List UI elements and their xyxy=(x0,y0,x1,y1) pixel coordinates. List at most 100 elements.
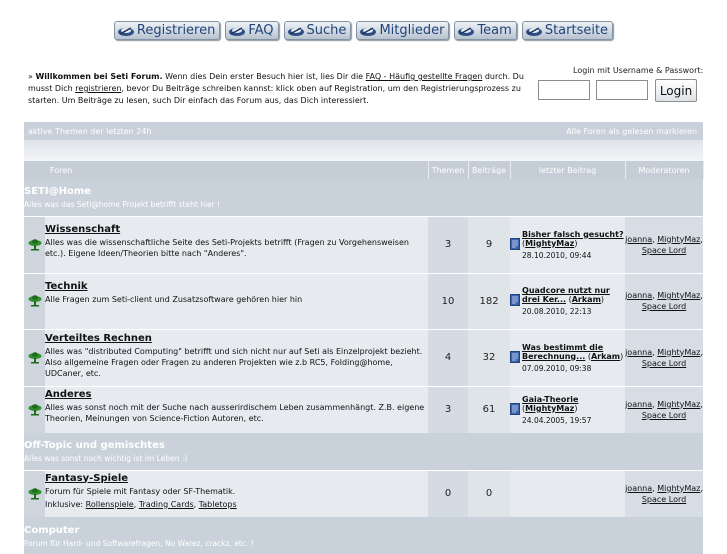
category-desc: Forum für Hard- und Softwarefragen, No W… xyxy=(24,538,254,548)
topics-count: 0 xyxy=(428,469,469,517)
mark-all-read-link[interactable]: Alle Foren als gelesen markieren xyxy=(566,127,697,136)
forum-icon xyxy=(117,26,134,36)
forum-row: Fantasy-Spiele Forum für Spiele mit Fant… xyxy=(24,469,704,517)
moderators-cell: joanna, MightyMaz, Space Lord xyxy=(625,272,704,329)
posts-count: 9 xyxy=(468,215,511,273)
info-bar: aktive Themen der letzten 24h Alle Foren… xyxy=(24,122,703,140)
nav-faq-label: FAQ xyxy=(248,23,274,38)
moderators-cell: joanna, MightyMaz, Space Lord xyxy=(625,385,704,433)
forum-icon xyxy=(458,26,475,36)
username-input[interactable] xyxy=(538,80,590,100)
last-post-title-link[interactable]: Gaia-Theorie xyxy=(522,395,578,404)
moderator-link[interactable]: MightyMaz xyxy=(657,400,700,409)
forum-cell: Verteiltes Rechnen Alles was "distribute… xyxy=(45,328,429,386)
forum-cell: Technik Alle Fragen zum Seti-client und … xyxy=(45,272,429,329)
moderators-cell: joanna, MightyMaz, Space Lord xyxy=(625,215,704,273)
category-cell: Computer Forum für Hard- und Softwarefra… xyxy=(24,517,704,554)
nav-members-button[interactable]: Mitglieder xyxy=(356,21,450,40)
last-post-time: 07.09.2010, 09:38 xyxy=(522,363,592,373)
top-navigation: Registrieren FAQ Suche Mitglieder Team S… xyxy=(0,21,727,40)
goto-post-icon[interactable] xyxy=(510,294,521,306)
moderator-link[interactable]: MightyMaz xyxy=(657,235,700,244)
moderator-link[interactable]: joanna xyxy=(625,484,652,493)
table-header: Foren Themen Beiträge letzter Beitrag Mo… xyxy=(24,161,704,179)
last-post-user-link[interactable]: Arkam xyxy=(591,352,620,361)
last-post-user-link[interactable]: Arkam xyxy=(572,295,601,304)
moderator-link[interactable]: joanna xyxy=(625,348,652,357)
category-row: Computer Forum für Hard- und Softwarefra… xyxy=(24,517,704,554)
moderator-link[interactable]: MightyMaz xyxy=(657,484,700,493)
subforum-link[interactable]: Tabletops xyxy=(199,500,237,509)
last-post-cell: Was bestimmt die Berechnung... (Arkam) 0… xyxy=(510,328,626,386)
nav-search-label: Suche xyxy=(306,23,347,38)
moderator-link[interactable]: joanna xyxy=(625,235,652,244)
forum-status-cell xyxy=(24,272,45,329)
nav-register-button[interactable]: Registrieren xyxy=(113,21,221,40)
category-cell: SETI@Home Alles was das Seti@home Projek… xyxy=(24,179,704,216)
register-link[interactable]: registrieren xyxy=(75,84,121,93)
nav-team-button[interactable]: Team xyxy=(454,21,517,40)
category-title[interactable]: SETI@Home xyxy=(24,186,703,197)
nav-home-label: Startseite xyxy=(544,23,609,38)
spacer-bar xyxy=(24,140,703,161)
welcome-text-1: Wenn dies Dein erster Besuch hier ist, l… xyxy=(162,72,366,81)
nav-members-label: Mitglieder xyxy=(379,23,445,38)
moderator-link[interactable]: Space Lord xyxy=(642,495,686,504)
category-title[interactable]: Computer xyxy=(24,525,703,536)
forum-desc: Alles was "distributed Computing" betrif… xyxy=(45,346,423,378)
moderator-link[interactable]: MightyMaz xyxy=(657,291,700,300)
forum-status-cell xyxy=(24,215,45,273)
moderator-link[interactable]: joanna xyxy=(625,400,652,409)
header-posts: Beiträge xyxy=(468,161,511,179)
topics-count: 3 xyxy=(428,215,469,273)
last-post-user-link[interactable]: MightyMaz xyxy=(525,404,574,413)
forum-desc: Alle Fragen zum Seti-client und Zusatzso… xyxy=(45,294,303,304)
moderator-link[interactable]: joanna xyxy=(625,291,652,300)
forum-status-cell xyxy=(24,469,45,517)
subforum-link[interactable]: Rollenspiele xyxy=(86,500,134,509)
last-post-title-link[interactable]: Bisher falsch gesucht? xyxy=(522,230,624,239)
forum-name-link[interactable]: Fantasy-Spiele xyxy=(45,473,428,484)
moderator-link[interactable]: Space Lord xyxy=(642,359,686,368)
forum-name-link[interactable]: Wissenschaft xyxy=(45,224,428,235)
forum-row: Technik Alle Fragen zum Seti-client und … xyxy=(24,272,704,329)
forum-status-icon xyxy=(28,238,41,250)
password-input[interactable] xyxy=(596,80,648,100)
goto-post-icon[interactable] xyxy=(510,350,521,363)
posts-count: 0 xyxy=(468,469,511,517)
category-desc: Alles was das Seti@home Projekt betrifft… xyxy=(24,200,221,210)
goto-post-icon[interactable] xyxy=(510,237,521,250)
welcome-text: » Willkommen bei Seti Forum. Wenn dies D… xyxy=(28,71,533,107)
forum-cell: Anderes Alles was sonst noch mit der Suc… xyxy=(45,385,429,433)
moderator-link[interactable]: Space Lord xyxy=(642,411,686,420)
forum-row: Wissenschaft Alles was die wissenschaftl… xyxy=(24,215,704,273)
nav-search-button[interactable]: Suche xyxy=(283,21,352,40)
moderator-link[interactable]: MightyMaz xyxy=(657,348,700,357)
faq-link[interactable]: FAQ - Häufig gestellte Fragen xyxy=(366,72,483,81)
last-post-user-link[interactable]: MightyMaz xyxy=(525,239,574,248)
nav-home-button[interactable]: Startseite xyxy=(521,21,614,40)
category-row: SETI@Home Alles was das Seti@home Projek… xyxy=(24,179,704,216)
last-post-cell xyxy=(510,469,626,517)
nav-faq-button[interactable]: FAQ xyxy=(225,21,279,40)
forum-name-link[interactable]: Anderes xyxy=(45,389,428,400)
last-post-cell: Gaia-Theorie (MightyMaz) 24.04.2005, 19:… xyxy=(510,385,626,433)
forum-name-link[interactable]: Verteiltes Rechnen xyxy=(45,333,428,344)
category-title[interactable]: Off-Topic und gemischtes xyxy=(24,440,703,451)
topics-count: 10 xyxy=(428,272,469,329)
subforum-link[interactable]: Trading Cards xyxy=(139,500,194,509)
welcome-title: Willkommen bei Seti Forum. xyxy=(35,72,163,81)
header-last-post: letzter Beitrag xyxy=(510,161,626,179)
moderator-link[interactable]: Space Lord xyxy=(642,246,686,255)
active-topics-link[interactable]: aktive Themen der letzten 24h xyxy=(28,127,152,136)
nav-register-label: Registrieren xyxy=(136,23,216,38)
forum-status-cell xyxy=(24,385,45,433)
login-button[interactable]: Login xyxy=(655,79,697,102)
forum-status-icon xyxy=(28,295,41,307)
forum-name-link[interactable]: Technik xyxy=(45,281,428,292)
goto-post-icon[interactable] xyxy=(510,402,521,415)
forum-status-cell xyxy=(24,328,45,386)
moderators-cell: joanna, MightyMaz, Space Lord xyxy=(625,469,704,517)
moderator-link[interactable]: Space Lord xyxy=(642,302,686,311)
nav-team-label: Team xyxy=(477,23,512,38)
